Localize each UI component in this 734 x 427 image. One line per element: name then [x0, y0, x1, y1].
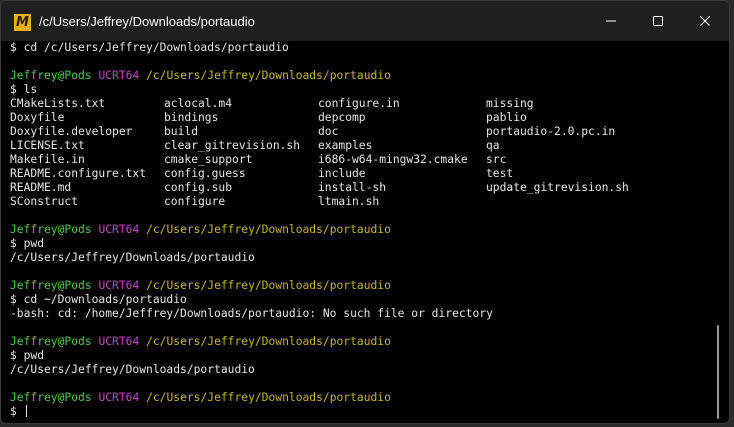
input-line[interactable]: $ — [10, 405, 27, 419]
ls-entry: config.sub — [164, 181, 233, 194]
ls-entry: examples — [318, 139, 373, 152]
terminal-window[interactable]: M /c/Users/Jeffrey/Downloads/portaudio $… — [0, 0, 730, 424]
prompt-system: UCRT64 — [98, 69, 140, 82]
prompt-user: Jeffrey@Pods — [10, 69, 92, 82]
prompt-path: /c/Users/Jeffrey/Downloads/portaudio — [146, 223, 391, 236]
ls-entry: Makefile.in — [10, 153, 85, 166]
ls-output-row: README.md config.sub install-sh update_g… — [10, 181, 629, 195]
prompt-system: UCRT64 — [98, 279, 140, 292]
ls-entry: build — [164, 125, 199, 138]
ls-entry: README.md — [10, 181, 72, 194]
minimize-icon — [606, 20, 616, 22]
ls-entry: config.guess — [164, 167, 246, 180]
ls-entry: LICENSE.txt — [10, 139, 85, 152]
ls-entry: bindings — [164, 111, 219, 124]
output-line: /c/Users/Jeffrey/Downloads/portaudio — [10, 251, 255, 264]
command-line: $ pwd — [10, 349, 45, 362]
ls-entry: i686-w64-mingw32.cmake — [318, 153, 468, 166]
ls-output-row: Makefile.in cmake_support i686-w64-mingw… — [10, 153, 506, 167]
prompt-line: Jeffrey@Pods UCRT64 /c/Users/Jeffrey/Dow… — [10, 223, 391, 237]
ls-output-row: README.configure.txt config.guess includ… — [10, 167, 513, 181]
scrollbar-thumb[interactable] — [717, 325, 719, 419]
ls-entry: doc — [318, 125, 339, 138]
prompt-system: UCRT64 — [98, 335, 140, 348]
maximize-icon — [653, 16, 663, 26]
ls-entry: Doxyfile — [10, 111, 65, 124]
output-line: /c/Users/Jeffrey/Downloads/portaudio — [10, 363, 255, 376]
prompt-line: Jeffrey@Pods UCRT64 /c/Users/Jeffrey/Dow… — [10, 391, 391, 405]
prompt-system: UCRT64 — [98, 223, 140, 236]
ls-entry: CMakeLists.txt — [10, 97, 106, 110]
text-cursor — [25, 405, 27, 417]
prompt-user: Jeffrey@Pods — [10, 391, 92, 404]
prompt-line: Jeffrey@Pods UCRT64 /c/Users/Jeffrey/Dow… — [10, 69, 391, 83]
ls-output-row: Doxyfile.developer build doc portaudio-2… — [10, 125, 615, 139]
minimize-button[interactable] — [588, 1, 634, 41]
ls-entry: missing — [486, 97, 534, 110]
ls-entry: aclocal.m4 — [164, 97, 233, 110]
ls-entry: clear_gitrevision.sh — [164, 139, 301, 152]
ls-output-row: SConstruct configure ltmain.sh — [10, 195, 379, 209]
ls-entry: portaudio-2.0.pc.in — [486, 125, 616, 138]
ls-entry: pablio — [486, 111, 527, 124]
ls-entry: configure — [164, 195, 226, 208]
ls-output-row: Doxyfile bindings depcomp pablio — [10, 111, 527, 125]
terminal-output[interactable]: $ cd /c/Users/Jeffrey/Downloads/portaudi… — [10, 41, 710, 423]
prompt-system: UCRT64 — [98, 391, 140, 404]
ls-output-row: LICENSE.txt clear_gitrevision.sh example… — [10, 139, 500, 153]
maximize-button[interactable] — [635, 1, 681, 41]
ls-entry: ltmain.sh — [318, 195, 380, 208]
prompt-path: /c/Users/Jeffrey/Downloads/portaudio — [146, 335, 391, 348]
ls-entry: Doxyfile.developer — [10, 125, 133, 138]
ls-entry: test — [486, 167, 514, 180]
ls-entry: src — [486, 153, 507, 166]
ls-entry: update_gitrevision.sh — [486, 181, 629, 194]
close-icon — [700, 16, 710, 26]
command-line: $ ls — [10, 83, 38, 96]
command-line: $ pwd — [10, 237, 45, 250]
prompt-user: Jeffrey@Pods — [10, 223, 92, 236]
ls-entry: include — [318, 167, 366, 180]
command-line: $ cd ~/Downloads/portaudio — [10, 293, 187, 306]
ls-entry: install-sh — [318, 181, 387, 194]
ls-entry: depcomp — [318, 111, 366, 124]
close-button[interactable] — [682, 1, 728, 41]
ls-entry: README.configure.txt — [10, 167, 147, 180]
ls-entry: SConstruct — [10, 195, 79, 208]
prompt-path: /c/Users/Jeffrey/Downloads/portaudio — [146, 69, 391, 82]
error-line: -bash: cd: /home/Jeffrey/Downloads/porta… — [10, 307, 493, 320]
msys2-icon[interactable]: M — [14, 14, 31, 31]
prompt-user: Jeffrey@Pods — [10, 335, 92, 348]
prompt-path: /c/Users/Jeffrey/Downloads/portaudio — [146, 279, 391, 292]
ls-entry: configure.in — [318, 97, 400, 110]
prompt-line: Jeffrey@Pods UCRT64 /c/Users/Jeffrey/Dow… — [10, 279, 391, 293]
title-bar[interactable]: M /c/Users/Jeffrey/Downloads/portaudio — [1, 1, 729, 41]
prompt-user: Jeffrey@Pods — [10, 279, 92, 292]
ls-entry: cmake_support — [164, 153, 253, 166]
window-title: /c/Users/Jeffrey/Downloads/portaudio — [39, 14, 255, 29]
command-line: $ cd /c/Users/Jeffrey/Downloads/portaudi… — [10, 41, 289, 54]
ls-entry: qa — [486, 139, 500, 152]
prompt-line: Jeffrey@Pods UCRT64 /c/Users/Jeffrey/Dow… — [10, 335, 391, 349]
prompt-symbol: $ — [10, 405, 24, 418]
prompt-path: /c/Users/Jeffrey/Downloads/portaudio — [146, 391, 391, 404]
ls-output-row: CMakeLists.txt aclocal.m4 configure.in m… — [10, 97, 534, 111]
